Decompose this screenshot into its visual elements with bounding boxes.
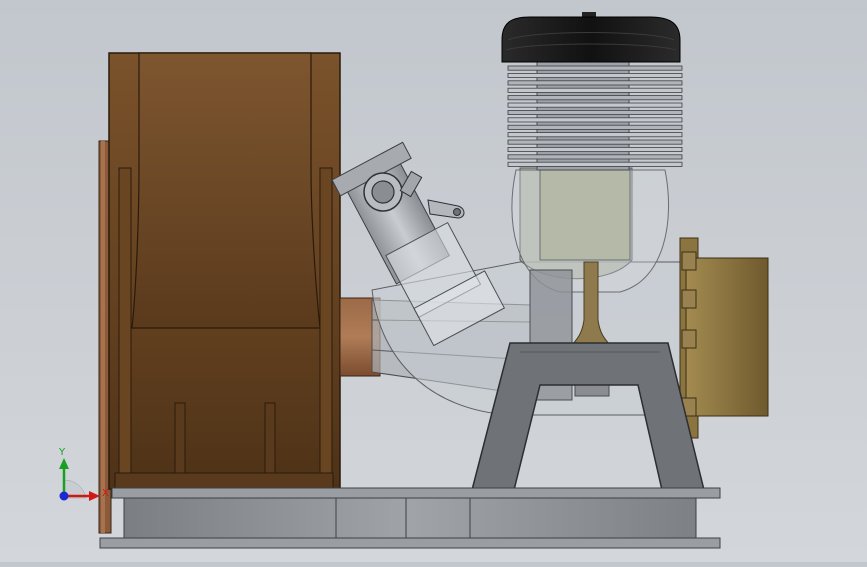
fan-housing (108, 52, 341, 490)
cad-viewport[interactable]: Y X (0, 0, 867, 562)
triad-x-arrow (89, 491, 100, 501)
triad-origin (59, 491, 69, 501)
cooling-fin (507, 161, 683, 167)
cooling-fin (507, 117, 683, 123)
cooling-fin (507, 146, 683, 152)
cooling-fin (507, 139, 683, 145)
triad-y-label: Y (58, 447, 66, 458)
cooling-fin (507, 102, 683, 108)
cylinder-head (501, 12, 681, 63)
cooling-fin (507, 65, 683, 71)
cooling-fin (507, 124, 683, 130)
cooling-fin (507, 87, 683, 93)
cooling-fin (507, 110, 683, 116)
a-frame-support (471, 342, 705, 491)
flywheel-housing (679, 237, 769, 439)
cooling-fin (507, 80, 683, 86)
triad-y-arrow (59, 458, 69, 469)
base-plate (99, 487, 721, 549)
triad-x-label: X (102, 488, 109, 499)
cooling-fin (507, 95, 683, 101)
cooling-fin (507, 154, 683, 160)
cooling-fin (507, 132, 683, 138)
cooling-fin (507, 73, 683, 79)
cylinder-fins (507, 61, 683, 171)
